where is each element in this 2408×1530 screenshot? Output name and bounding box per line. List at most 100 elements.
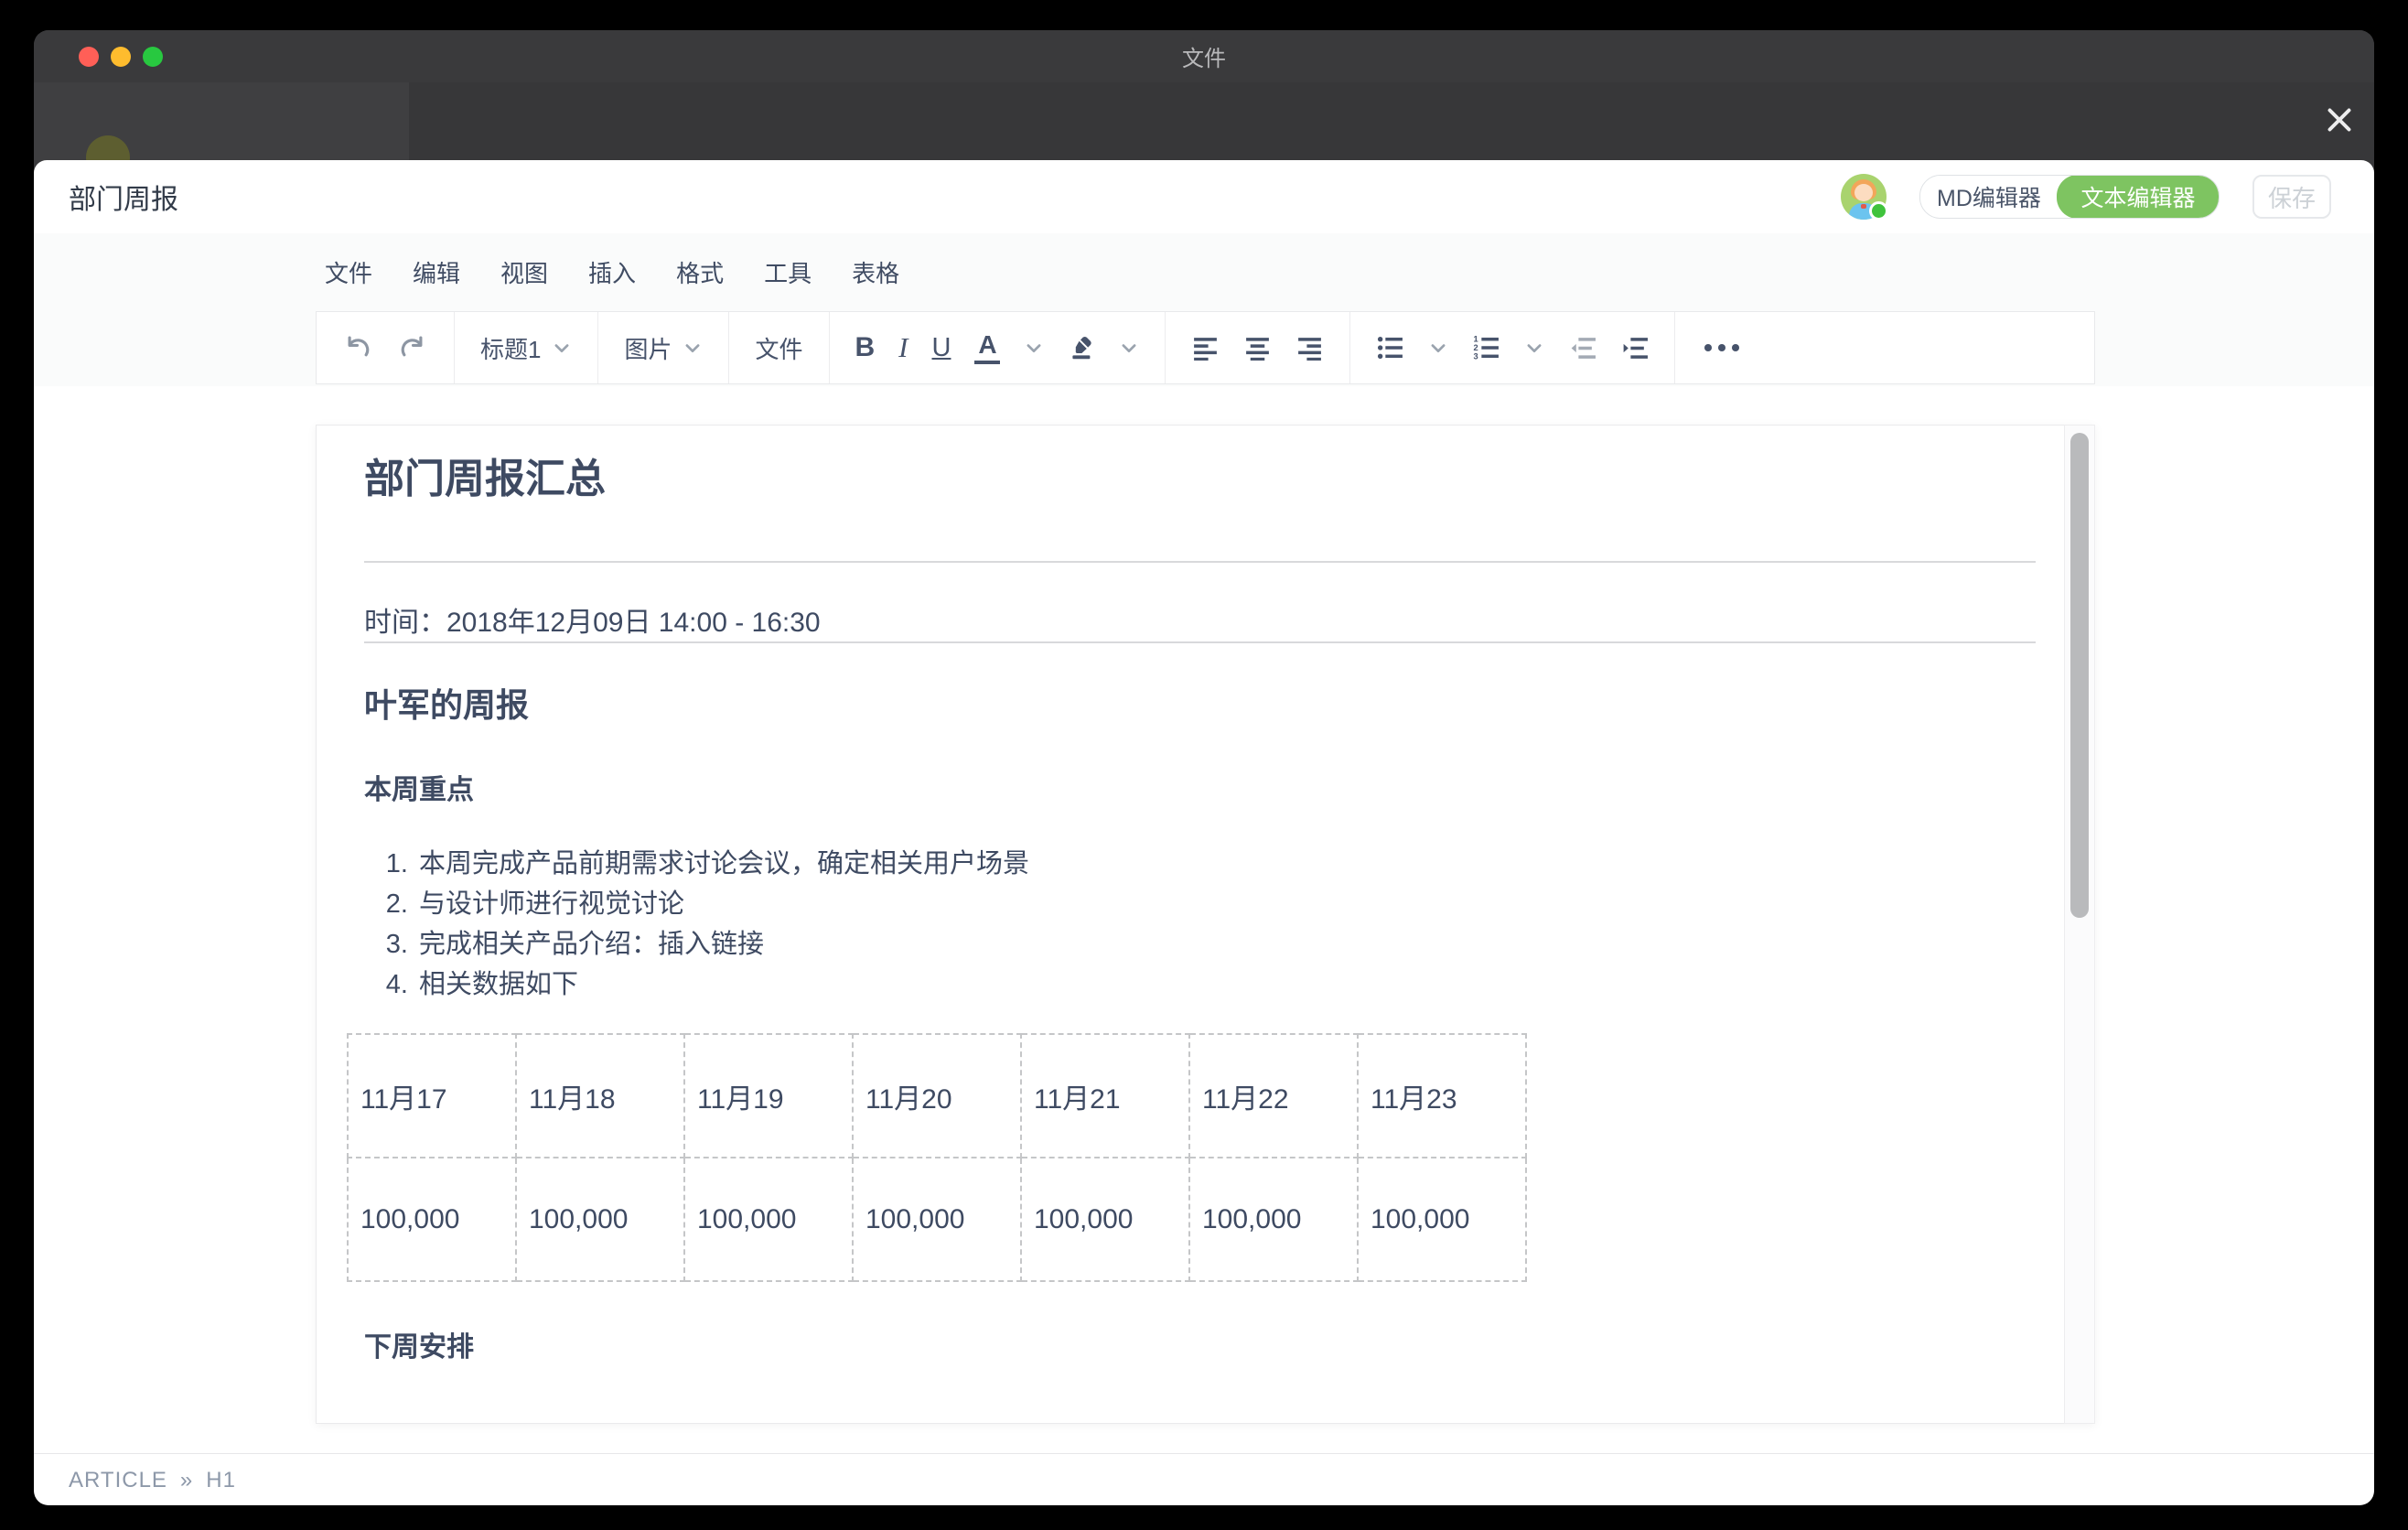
header-controls: MD编辑器 文本编辑器 保存 <box>1841 160 2331 233</box>
online-status-dot <box>1869 201 1888 221</box>
doc-time-line[interactable]: 时间：2018年12月09日 14:00 - 16:30 <box>364 605 2036 641</box>
table-cell[interactable]: 100,000 <box>684 1158 853 1281</box>
chevron-down-icon[interactable] <box>1524 338 1544 358</box>
editor-mode-toggle: MD编辑器 文本编辑器 <box>1919 175 2220 219</box>
toolbar-format-group: B I U A <box>830 312 1166 383</box>
font-color-button[interactable]: A <box>974 332 1000 364</box>
breadcrumb-article: ARTICLE <box>69 1468 167 1493</box>
toolbar-history-group <box>317 312 455 383</box>
image-dropdown-label: 图片 <box>624 331 672 365</box>
toolbar-list-group: 1 2 3 <box>1350 312 1675 383</box>
table-cell[interactable]: 11月23 <box>1358 1034 1526 1158</box>
traffic-lights <box>79 47 163 67</box>
list-item[interactable]: 与设计师进行视觉讨论 <box>415 884 2036 924</box>
list-item[interactable]: 完成相关产品介绍：插入链接 <box>415 924 2036 964</box>
bold-button[interactable]: B <box>855 332 876 363</box>
chevron-down-icon[interactable] <box>1428 338 1448 358</box>
scrollbar-track[interactable] <box>2064 425 2095 1424</box>
menu-table[interactable]: 表格 <box>852 255 899 289</box>
doc-table: 11月17 11月18 11月19 11月20 11月21 11月22 11月2… <box>347 1033 1527 1282</box>
attach-file-button[interactable]: 文件 <box>755 331 802 365</box>
chevron-down-icon[interactable] <box>1024 338 1044 358</box>
menu-insert[interactable]: 插入 <box>588 255 636 289</box>
document-page[interactable]: 部门周报汇总 时间：2018年12月09日 14:00 - 16:30 叶军的周… <box>316 425 2095 1424</box>
doc-heading-2[interactable]: 叶军的周报 <box>364 684 2036 727</box>
image-dropdown[interactable]: 图片 <box>624 331 703 365</box>
heading-dropdown-label: 标题1 <box>480 331 541 365</box>
align-center-icon[interactable] <box>1243 336 1272 361</box>
bullet-list-icon[interactable] <box>1376 335 1404 361</box>
table-cell[interactable]: 100,000 <box>1021 1158 1189 1281</box>
minimize-window-button[interactable] <box>111 47 131 67</box>
md-editor-button[interactable]: MD编辑器 <box>1920 176 2058 218</box>
menu-view[interactable]: 视图 <box>500 255 548 289</box>
menu-format[interactable]: 格式 <box>676 255 724 289</box>
undo-icon[interactable] <box>342 333 373 362</box>
close-icon[interactable] <box>2319 100 2360 140</box>
breadcrumb-h1: H1 <box>206 1468 236 1493</box>
save-button[interactable]: 保存 <box>2252 175 2331 219</box>
doc-numbered-list: 本周完成产品前期需求讨论会议，确定相关用户场景 与设计师进行视觉讨论 完成相关产… <box>364 844 2036 1005</box>
highlight-color-button[interactable] <box>1068 336 1095 360</box>
toolbar-align-group <box>1166 312 1350 383</box>
table-row: 100,000 100,000 100,000 100,000 100,000 … <box>348 1158 1526 1281</box>
table-cell[interactable]: 11月22 <box>1189 1034 1358 1158</box>
table-cell[interactable]: 11月19 <box>684 1034 853 1158</box>
toolbar-more-group <box>1675 312 1768 383</box>
table-cell[interactable]: 11月20 <box>853 1034 1021 1158</box>
doc-heading-next-week[interactable]: 下周安排 <box>364 1330 2036 1366</box>
divider <box>364 641 2036 643</box>
list-item[interactable]: 本周完成产品前期需求讨论会议，确定相关用户场景 <box>415 844 2036 884</box>
table-cell[interactable]: 100,000 <box>348 1158 516 1281</box>
window-title: 文件 <box>34 40 2374 72</box>
font-color-letter: A <box>978 332 996 358</box>
outdent-icon[interactable] <box>1568 336 1596 361</box>
scrollbar-thumb[interactable] <box>2070 433 2089 918</box>
doc-heading-week-focus[interactable]: 本周重点 <box>364 772 2036 809</box>
underline-button[interactable]: U <box>932 333 951 363</box>
toolbar-band: 标题1 图片 文件 B <box>34 311 2374 387</box>
screen: 文件 部门周报 <box>0 0 2408 1530</box>
table-cell[interactable]: 100,000 <box>853 1158 1021 1281</box>
page-title: 部门周报 <box>69 160 178 233</box>
toolbar-file-group: 文件 <box>729 312 829 383</box>
menu-edit[interactable]: 编辑 <box>413 255 460 289</box>
list-item[interactable]: 相关数据如下 <box>415 964 2036 1005</box>
table-cell[interactable]: 100,000 <box>516 1158 684 1281</box>
align-right-icon[interactable] <box>1295 336 1324 361</box>
close-window-button[interactable] <box>79 47 99 67</box>
table-cell[interactable]: 11月17 <box>348 1034 516 1158</box>
table-cell[interactable]: 100,000 <box>1358 1158 1526 1281</box>
chevron-down-icon <box>552 338 572 358</box>
indent-icon[interactable] <box>1620 336 1649 361</box>
chevron-down-icon <box>683 338 703 358</box>
heading-dropdown[interactable]: 标题1 <box>480 331 572 365</box>
statusbar: ARTICLE » H1 <box>34 1453 2374 1505</box>
font-color-swatch <box>974 361 1000 364</box>
divider <box>364 561 2036 563</box>
align-left-icon[interactable] <box>1191 336 1220 361</box>
italic-button[interactable]: I <box>898 331 908 364</box>
editor-modal: 部门周报 MD编辑器 文本编辑器 保存 <box>34 160 2374 1505</box>
zoom-window-button[interactable] <box>143 47 163 67</box>
text-editor-button[interactable]: 文本编辑器 <box>2057 175 2220 219</box>
ellipsis-icon[interactable] <box>1701 344 1743 351</box>
chevron-down-icon[interactable] <box>1119 338 1139 358</box>
avatar[interactable] <box>1841 174 1887 220</box>
toolbar: 标题1 图片 文件 B <box>316 311 2095 384</box>
doc-heading-1[interactable]: 部门周报汇总 <box>364 457 2036 502</box>
breadcrumb-separator: » <box>180 1468 193 1493</box>
table-cell[interactable]: 100,000 <box>1189 1158 1358 1281</box>
menu-file[interactable]: 文件 <box>325 255 372 289</box>
backdrop <box>34 82 2374 160</box>
table-cell[interactable]: 11月21 <box>1021 1034 1189 1158</box>
app-window: 文件 部门周报 <box>34 30 2374 1505</box>
numbered-list-icon[interactable]: 1 2 3 <box>1472 335 1500 361</box>
redo-icon[interactable] <box>397 333 428 362</box>
doc-header: 部门周报 MD编辑器 文本编辑器 保存 <box>34 160 2374 234</box>
table-cell[interactable]: 11月18 <box>516 1034 684 1158</box>
svg-text:3: 3 <box>1474 351 1478 361</box>
table-row: 11月17 11月18 11月19 11月20 11月21 11月22 11月2… <box>348 1034 1526 1158</box>
editor-content: 部门周报汇总 时间：2018年12月09日 14:00 - 16:30 叶军的周… <box>34 386 2374 1453</box>
menu-tools[interactable]: 工具 <box>764 255 812 289</box>
